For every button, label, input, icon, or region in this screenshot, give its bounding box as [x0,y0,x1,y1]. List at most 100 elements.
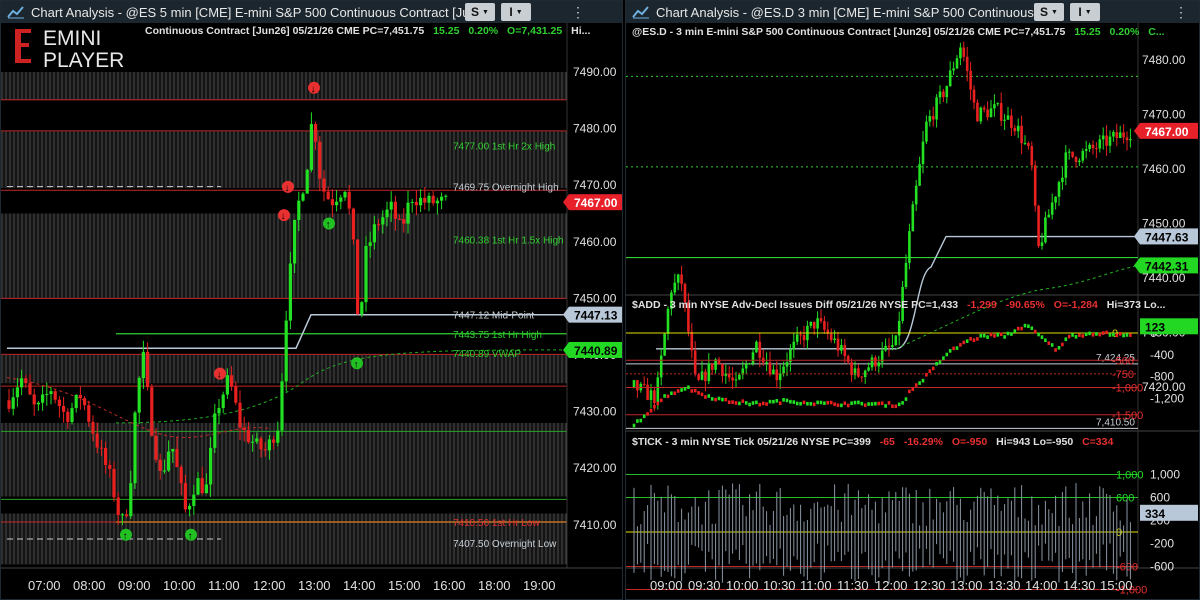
candle-body [53,391,57,400]
add-dot [1088,331,1091,336]
add-dot [887,401,891,405]
add-dot [1054,348,1057,352]
candle-body [1033,165,1037,206]
candle-body [993,104,996,109]
add-dot [653,404,656,409]
candle-body [326,191,330,200]
tick-header-hilo: Hi=943 Lo=-950 [996,436,1074,448]
candle-body [887,345,891,348]
candle-body [1101,135,1105,140]
candle-body [1010,115,1013,128]
add-header-tail: Hi=373 Lo... [1106,299,1166,311]
price-tag-text: 7447.63 [1145,230,1189,244]
indicator-i-button[interactable]: I ▼ [1070,3,1100,21]
candle-body [989,108,993,118]
arrow-up-icon: ↑ [188,531,193,542]
candle-body [1084,149,1088,151]
price-axis-label: 7430.00 [573,405,617,419]
add-dot [799,401,802,406]
left-chart-window[interactable]: Chart Analysis - @ES 5 min [CME] E-mini … [0,0,623,600]
candle-body [87,405,91,422]
candle-body [179,467,183,484]
add-dot [1074,335,1078,339]
add-dot [680,388,683,392]
candle-body [843,345,847,357]
candle-body [1108,136,1112,146]
add-dot [874,401,877,406]
time-axis-label: 16:00 [433,578,466,593]
candle-body [444,195,448,197]
hatched-zone [1,422,567,497]
es-header-change: 15.25 [1074,26,1101,38]
candle-body [795,334,799,342]
candle-body [962,47,966,57]
candle-body [314,124,318,142]
candle-body [389,201,393,210]
add-header-change: -1,299 [967,299,997,311]
add-dot [982,333,986,338]
add-dot [843,401,847,406]
arrow-down-icon: ↓ [311,84,316,95]
candle-body [251,441,255,443]
candle-body [301,193,305,201]
candle-body [819,318,823,322]
level-label: 7469.75 Overnight High [453,183,559,194]
candle-body [955,58,959,69]
add-dot [1040,335,1044,339]
candle-body [846,356,850,363]
add-dot [863,403,867,408]
indicator-i-button[interactable]: I ▼ [501,3,531,21]
add-dot [758,402,762,407]
add-dot [1118,332,1122,336]
left-title-bar[interactable]: Chart Analysis - @ES 5 min [CME] E-mini … [1,1,622,23]
style-s-button[interactable]: S ▼ [1034,3,1064,21]
level-label: 7410.50 1st Hr Low [453,518,540,529]
right-multi-pane-chart[interactable]: 7,424.257,410.50 0-500-750-1,000-1,500 1… [626,23,1200,600]
time-axis-label: 15:00 [1100,578,1133,593]
hatched-zone [1,213,567,299]
add-dot [904,397,908,401]
add-dot [938,360,942,364]
candle-body [1050,202,1054,215]
candle-body [850,362,853,376]
arrow-up-icon: ↑ [326,220,331,231]
add-dot [999,332,1003,337]
overflow-menu-icon[interactable]: ⋮ [571,4,585,21]
add-dot [1047,341,1051,345]
right-chart-window[interactable]: Chart Analysis - @ES.D 3 min [CME] E-min… [625,0,1200,600]
add-dot [925,372,928,377]
overflow-menu-icon[interactable]: ⋮ [1174,4,1188,21]
candle-body [986,109,989,118]
level-label: 7440.89 VWAP [453,349,521,360]
add-dot [1129,333,1132,337]
right-title-bar[interactable]: Chart Analysis - @ES.D 3 min [CME] E-min… [626,1,1199,23]
candle-body [982,107,986,110]
chart-app-icon [7,6,24,19]
candle-body [935,97,938,120]
add-dot [894,404,898,409]
left-chart-header: Continuous Contract [Jun26] 05/21/26 CME… [145,25,590,37]
add-dot [1033,329,1037,334]
es-header-pct: 0.20% [1109,26,1140,38]
candle-body [836,338,840,351]
add-dot [741,399,745,403]
add-dot [897,402,901,407]
tick-value-tag-text: 334 [1145,507,1165,521]
add-dot [632,423,636,428]
candle-body [225,375,229,395]
candle-body [812,321,816,329]
time-axis-label: 11:00 [208,578,240,593]
candle-body [938,91,942,98]
style-s-button[interactable]: S ▼ [465,3,495,21]
add-dot [1003,335,1006,339]
time-axis-label: 09:30 [688,578,721,593]
candle-body [792,341,796,350]
candle-body [1064,152,1068,178]
add-dot [1020,326,1023,331]
candle-body [1071,151,1074,157]
level-label: -1,500 [1112,410,1143,422]
candle-body [183,483,187,510]
candle-body [356,239,360,315]
left-price-chart[interactable]: ↑ ↑ ↑ ↑ ↓ ↓ ↓ ↓ 7477.00 1st Hr 2x High 7469.75 O… [1,23,623,600]
add-dot [734,401,738,405]
